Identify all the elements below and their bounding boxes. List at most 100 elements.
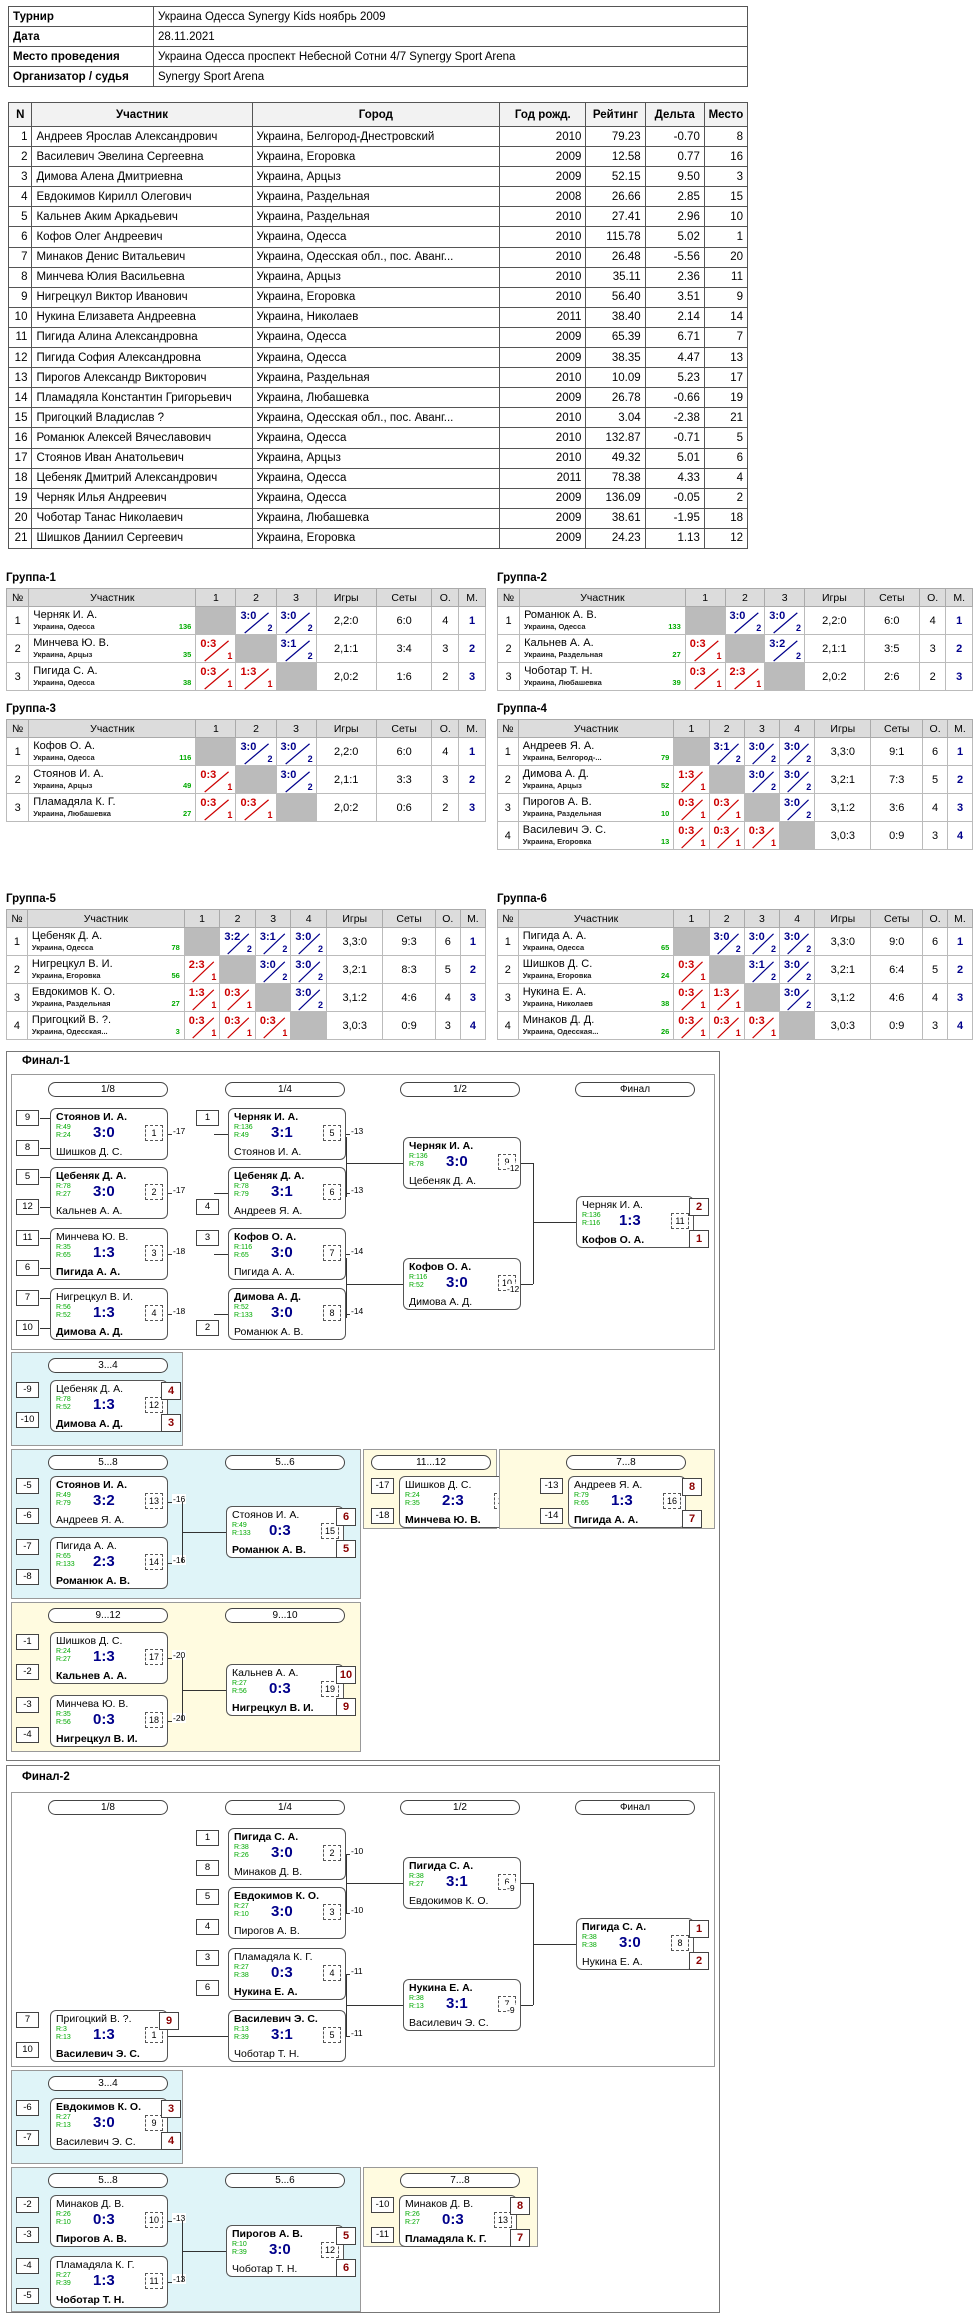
match-score: 1:3 (93, 1648, 115, 1665)
group-player-info: Украина, Одесса 78 (32, 942, 180, 954)
group-score-cell: 3:2 2 (764, 634, 806, 663)
bracket-line (168, 2036, 228, 2037)
loser-goto-label: -11 (350, 1966, 364, 1976)
match-rating-b: R:27 (56, 1191, 71, 1198)
group-header-cell: 4 (779, 719, 816, 738)
match-player-a: Минаков Д. В. (405, 2198, 474, 2210)
group-points: 1 (735, 838, 741, 848)
bracket-place: 9 (159, 2012, 179, 2030)
group-score: 3:0 (769, 610, 786, 622)
group-games: 3,2:1 (325, 955, 384, 984)
match-player-a: Пламадяла К. Г. (234, 1951, 313, 1963)
group-row: 4 Пригоцкий В. ?. Украина, Одесская... 3 0:3… (6, 1011, 487, 1040)
player-cell: 12 (703, 527, 749, 549)
match-rating-a: R:38 (409, 1873, 424, 1880)
match-game-number: 5 (323, 1125, 341, 1141)
group-player-info: Украина, Егоровка 56 (32, 970, 180, 982)
player-cell: Украина, Одесса (251, 347, 501, 369)
group-header: № Участник 1 2 3 Игры Сеты О. М. (5, 588, 486, 607)
group-score-cell: 0:3 1 (673, 955, 710, 984)
group-score: 3:1 (280, 638, 297, 650)
player-cell: 2010 (499, 447, 587, 469)
group-header-cell: Сеты (375, 588, 433, 607)
bracket-match: Кофов О. А. R:116 R:65 3:0 7 Пигида А. А. (228, 1228, 346, 1280)
bracket-match: Пламадяла К. Г. R:27 R:39 1:3 11 Чоботар Т. Н… (50, 2256, 168, 2308)
match-score: 1:3 (611, 1492, 633, 1509)
group-diagonal-cell (764, 662, 806, 691)
bracket-seed: 2 (196, 1320, 219, 1336)
player-cell: 16 (7, 427, 33, 449)
match-rating-a: R:136 (234, 1124, 253, 1131)
group-score: 3:0 (295, 987, 312, 999)
group-row-number: 3 (5, 793, 30, 822)
group-points: 1 (211, 1000, 217, 1010)
loser-goto-label: -9 (506, 1883, 516, 1893)
group-score-cell: 0:3 1 (708, 821, 745, 850)
group-score-cell: 2:3 1 (724, 662, 766, 691)
player-row: 18 Цебеняк Дмитрий Александрович Украина, … (7, 467, 749, 489)
match-player-a: Цебеняк Д. А. (56, 1170, 127, 1182)
player-cell: 4 (703, 467, 749, 489)
loser-goto-label: -20 (172, 1650, 187, 1660)
group-player: Черняк И. А. Украина, Одесса 136 (28, 606, 197, 635)
player-cell: 2011 (499, 306, 587, 328)
group-sets: 8:3 (382, 955, 436, 984)
group-row-number: 2 (497, 955, 519, 984)
match-score: 2:3 (93, 1553, 115, 1570)
group-table: Группа-4 № Участник 1 2 3 4 Игры Сеты О. М. 1 Андрее… (497, 703, 973, 850)
match-game-number: 16 (663, 1493, 681, 1509)
group-row-number: 4 (497, 1011, 519, 1040)
group-player: Романюк А. В. Украина, Одесса 133 (519, 606, 686, 635)
group-points-total: 5 (434, 955, 461, 984)
group-player: Нигрецкул В. И. Украина, Егоровка 56 (26, 955, 185, 984)
player-cell: Пламадяла Константин Григорьевич (31, 387, 253, 409)
group-header-cell: М. (458, 719, 486, 738)
bracket-match: Черняк И. А. R:136 R:78 3:0 9 Цебеняк Д. А. (403, 1137, 521, 1189)
match-rating-a: R:116 (234, 1244, 253, 1251)
bracket-match: Нукина Е. А. R:38 R:13 3:1 7 Василевич Э. С. (403, 1979, 521, 2031)
match-player-a: Кальнев А. А. (232, 1667, 299, 1679)
match-rating-a: R:35 (56, 1711, 71, 1718)
group-player-info: Украина, Раздельная 10 (523, 808, 670, 820)
match-rating-a: R:38 (582, 1934, 597, 1941)
bracket-match: Василевич Э. С. R:13 R:39 3:1 5 Чоботар Т. Н. (228, 2010, 346, 2062)
match-rating-a: R:27 (234, 1964, 249, 1971)
group-header-cell: Участник (28, 588, 197, 607)
group-player-name: Цебеняк Д. А. (31, 929, 103, 942)
group-place: 2 (947, 955, 973, 984)
group-games: 3,3:0 (814, 737, 872, 766)
group-score: 3:0 (280, 610, 297, 622)
group-score-cell: 0:3 1 (743, 821, 781, 850)
group-score: 1:3 (240, 666, 257, 678)
group-games: 2,0:2 (315, 793, 377, 822)
bracket-place: 4 (161, 2132, 181, 2150)
bracket-place: 3 (161, 1414, 181, 1432)
group-points: 2 (317, 944, 323, 954)
loser-goto-label: -10 (350, 1846, 365, 1856)
group-player-name: Пигида С. А. (33, 664, 98, 677)
group-score: 1:3 (188, 987, 205, 999)
player-cell: -0.66 (644, 387, 705, 409)
match-player-a: Цебеняк Д. А. (56, 1383, 124, 1395)
player-cell: 2010 (499, 125, 587, 148)
group-header-cell: О. (434, 909, 461, 928)
bracket-round-header: Финал (575, 1082, 695, 1097)
group-diagonal-cell (183, 927, 221, 956)
bracket-place: 10 (336, 1666, 356, 1684)
player-cell: Василевич Эвелина Сергеевна (31, 146, 253, 168)
group-player-name: Пигида А. А. (522, 929, 587, 942)
match-game-number: 17 (145, 1649, 163, 1665)
match-score: 3:1 (446, 1873, 468, 1890)
match-player-b: Стоянов И. А. (234, 1146, 302, 1158)
group-points-total: 3 (431, 634, 460, 663)
player-cell: 2 (703, 487, 749, 509)
player-cell: Украина, Раздельная (251, 367, 501, 389)
group-header-cell: № (5, 719, 30, 738)
group-score: 3:0 (280, 769, 297, 781)
group-score: 0:3 (678, 959, 695, 971)
group-row: 4 Василевич Э. С. Украина, Егоровка 13 0:3 1 0… (497, 821, 973, 850)
group-header-cell: Сеты (382, 909, 436, 928)
group-score: 3:0 (240, 610, 257, 622)
group-player-name: Кальнев А. А. (524, 636, 594, 649)
group-table: Группа-2 № Участник 1 2 3 Игры Сеты О. М. 1 Романюк… (496, 572, 973, 691)
